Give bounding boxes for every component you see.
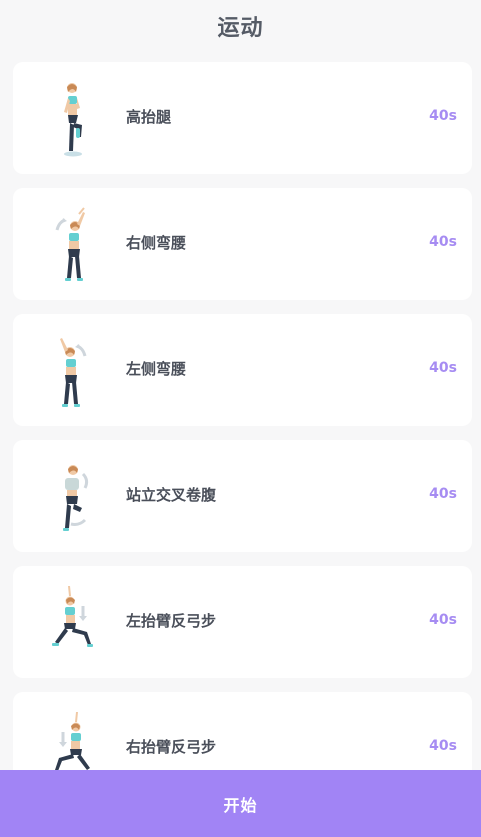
standing-cross-crunch-figure-icon <box>63 465 89 531</box>
exercise-card[interactable]: 右侧弯腰 40s <box>13 188 472 300</box>
exercise-name: 高抬腿 <box>126 108 172 126</box>
exercise-name: 右侧弯腰 <box>126 234 187 252</box>
exercise-card[interactable]: 站立交叉卷腹 40s <box>13 440 472 552</box>
exercise-list[interactable]: 高抬腿 40s 右侧弯腰 40s 左侧弯腰 40s 站立交叉卷腹 40s 左抬臂… <box>13 62 472 818</box>
exercise-duration: 40s <box>429 738 457 754</box>
left-side-bend-figure-icon <box>60 338 87 407</box>
exercise-name: 左侧弯腰 <box>126 360 187 378</box>
exercise-card[interactable]: 高抬腿 40s <box>13 62 472 174</box>
exercise-duration: 40s <box>429 612 457 628</box>
exercise-card[interactable]: 左抬臂反弓步 40s <box>13 566 472 678</box>
right-side-bend-figure-icon <box>55 207 85 281</box>
page-title: 运动 <box>217 16 264 41</box>
exercise-name: 右抬臂反弓步 <box>126 738 217 756</box>
exercise-duration: 40s <box>429 486 457 502</box>
exercise-name: 左抬臂反弓步 <box>126 612 217 630</box>
high-knees-figure-icon <box>64 83 82 157</box>
exercise-name: 站立交叉卷腹 <box>126 486 217 504</box>
workout-screen: 运动 高抬腿 40s 右侧弯腰 40s 左侧弯腰 40s 站立交叉卷腹 40s … <box>0 0 481 837</box>
left-arm-reverse-lunge-figure-icon <box>52 586 93 647</box>
exercise-duration: 40s <box>429 360 457 376</box>
exercise-duration: 40s <box>429 234 457 250</box>
start-button[interactable]: 开始 <box>0 770 481 837</box>
exercise-duration: 40s <box>429 108 457 124</box>
exercise-card[interactable]: 左侧弯腰 40s <box>13 314 472 426</box>
